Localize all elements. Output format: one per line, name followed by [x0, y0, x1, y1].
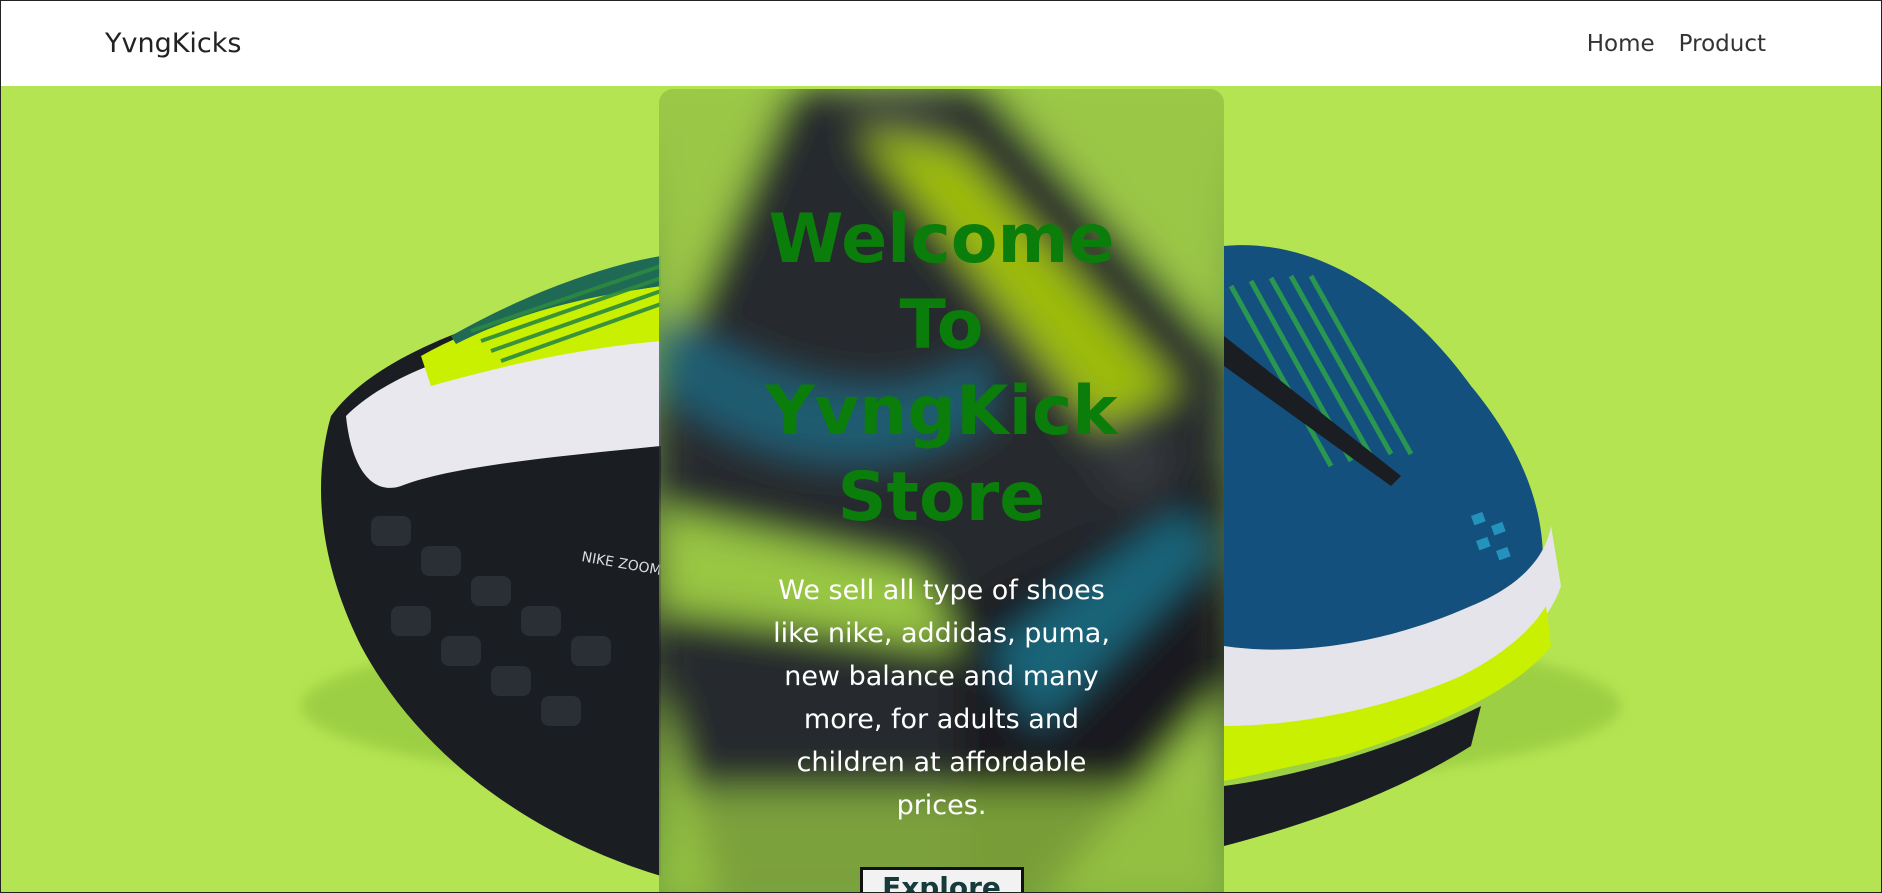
hero-title: Welcome To YvngKick Store: [765, 200, 1118, 537]
nav-links: Home Product: [1587, 31, 1766, 57]
explore-button[interactable]: Explore: [859, 867, 1024, 892]
right-shoe: [1224, 245, 1561, 846]
hero-description: We sell all type of shoes like nike, add…: [773, 575, 1110, 821]
brand-logo[interactable]: YvngKicks: [105, 28, 241, 59]
nav-link-product[interactable]: Product: [1679, 31, 1766, 57]
navbar: YvngKicks Home Product: [1, 1, 1881, 86]
page: YvngKicks Home Product NIKE ZOOM Welcome…: [0, 0, 1882, 893]
left-shoe: NIKE ZOOM: [321, 256, 663, 876]
hero-panel: Welcome To YvngKick Store We sell all ty…: [659, 89, 1224, 892]
nav-link-home[interactable]: Home: [1587, 31, 1655, 57]
hero-content: Welcome To YvngKick Store We sell all ty…: [659, 89, 1224, 892]
